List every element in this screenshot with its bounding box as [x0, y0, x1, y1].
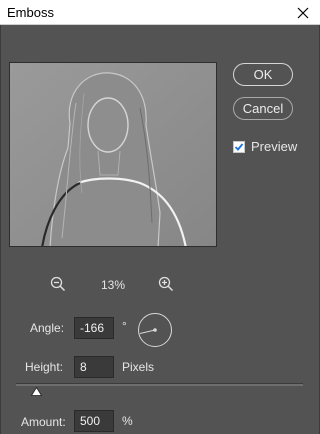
zoom-in-icon[interactable]	[158, 276, 174, 295]
checkbox-checked-icon[interactable]	[233, 140, 245, 153]
close-button[interactable]	[286, 0, 320, 25]
degree-unit: °	[122, 319, 127, 333]
height-label: Height:	[25, 360, 64, 374]
emboss-dialog: OK Cancel Preview 13% Angle: ° Height: P…	[0, 25, 320, 434]
height-slider[interactable]	[16, 383, 303, 396]
close-icon	[297, 7, 309, 18]
angle-input[interactable]	[74, 317, 114, 339]
zoom-level: 13%	[101, 278, 126, 292]
zoom-out-icon[interactable]	[50, 276, 66, 295]
amount-label: Amount:	[21, 415, 66, 429]
preview-checkbox[interactable]: Preview	[233, 139, 297, 154]
angle-label: Angle:	[30, 321, 65, 335]
ok-button[interactable]: OK	[233, 63, 293, 86]
title-bar: Emboss	[0, 0, 320, 25]
cancel-button[interactable]: Cancel	[233, 97, 293, 120]
preview-label: Preview	[251, 139, 298, 154]
height-slider-handle[interactable]	[30, 387, 42, 396]
angle-dial[interactable]	[137, 312, 173, 348]
emboss-preview-art	[10, 63, 216, 246]
amount-unit: %	[122, 414, 133, 428]
height-unit: Pixels	[122, 360, 155, 374]
window-title: Emboss	[7, 5, 54, 20]
amount-input[interactable]	[74, 410, 114, 432]
height-input[interactable]	[74, 356, 114, 378]
preview-image[interactable]	[9, 62, 217, 247]
